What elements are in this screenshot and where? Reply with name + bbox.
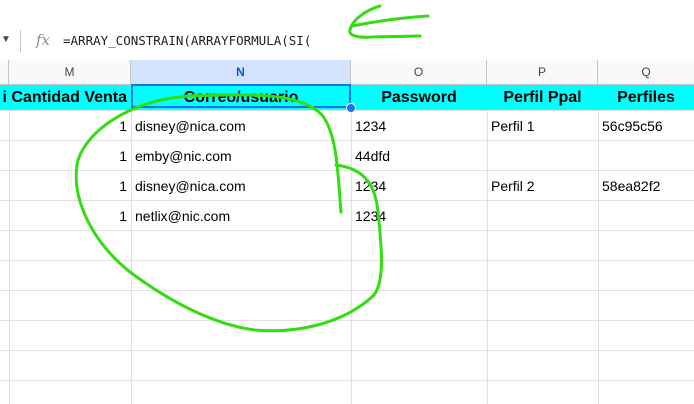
column-headers: M N O P Q <box>0 60 694 84</box>
column-header-p[interactable]: P <box>487 60 598 84</box>
header-cell-perfil-ppal[interactable]: Perfil Ppal <box>487 85 598 110</box>
cell-cantidad[interactable]: 1 <box>9 171 131 201</box>
formula-input[interactable]: =ARRAY_CONSTRAIN(ARRAYFORMULA(SI( <box>63 33 311 48</box>
cell-password[interactable]: 1234 <box>351 201 487 231</box>
cell-password[interactable]: 1234 <box>351 111 487 141</box>
cell-perfiles[interactable]: 58ea82f2 <box>598 171 694 201</box>
row-gridline <box>0 260 694 261</box>
cell-perfiles[interactable] <box>598 141 694 171</box>
cell-perfil-ppal[interactable] <box>487 201 598 231</box>
cell-perfiles[interactable]: 56c95c56 <box>598 111 694 141</box>
cell-perfil-ppal[interactable] <box>487 141 598 171</box>
cell-perfil-ppal[interactable]: Perfil 2 <box>487 171 598 201</box>
cell-password[interactable]: 44dfd <box>351 141 487 171</box>
header-cell-cantidad-venta[interactable]: i Cantidad Venta <box>0 85 131 110</box>
cell-correo[interactable]: disney@nica.com <box>131 171 351 201</box>
column-header-l[interactable] <box>0 60 9 84</box>
cell-cantidad[interactable]: 1 <box>9 141 131 171</box>
header-cell-password[interactable]: Password <box>351 85 487 110</box>
cell-perfiles[interactable] <box>598 201 694 231</box>
row-gridline <box>0 380 694 381</box>
selected-cell-outline <box>131 84 351 108</box>
cell-cantidad[interactable]: 1 <box>9 111 131 141</box>
cell-password[interactable]: 1234 <box>351 171 487 201</box>
cell-cantidad[interactable]: 1 <box>9 201 131 231</box>
fx-icon: fx <box>36 31 51 49</box>
cell-perfil-ppal[interactable]: Perfil 1 <box>487 111 598 141</box>
row-gridline <box>0 290 694 291</box>
column-header-o[interactable]: O <box>351 60 487 84</box>
column-header-q[interactable]: Q <box>598 60 694 84</box>
formula-bar-divider <box>20 30 21 52</box>
cell-correo[interactable]: disney@nica.com <box>131 111 351 141</box>
caret-down-icon[interactable]: ▼ <box>1 34 11 45</box>
column-header-n[interactable]: N <box>131 60 351 84</box>
cell-correo[interactable]: netlix@nic.com <box>131 201 351 231</box>
spreadsheet-screenshot: ▼ fx =ARRAY_CONSTRAIN(ARRAYFORMULA(SI( M… <box>0 0 694 404</box>
formula-bar: ▼ fx =ARRAY_CONSTRAIN(ARRAYFORMULA(SI( <box>0 0 694 61</box>
row-gridline <box>0 350 694 351</box>
cell-correo[interactable]: emby@nic.com <box>131 141 351 171</box>
column-header-m[interactable]: M <box>9 60 131 84</box>
row-gridline <box>0 320 694 321</box>
header-cell-perfiles[interactable]: Perfiles <box>598 85 694 110</box>
sheet-grid: M N O P Q i Cantidad Venta Correo/usuari… <box>0 60 694 404</box>
